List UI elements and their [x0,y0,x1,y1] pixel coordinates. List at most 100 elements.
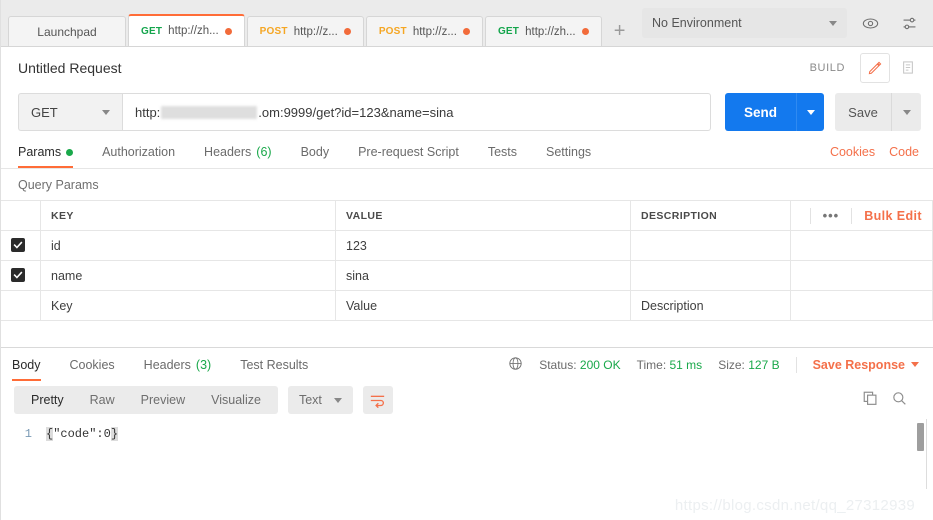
param-key[interactable]: name [40,260,336,291]
response-view-bar: Pretty Raw Preview Visualize Text [0,381,933,419]
row-checkbox[interactable] [11,238,25,252]
edit-request-button[interactable] [860,52,890,83]
chevron-down-icon [102,109,110,115]
view-mode-preview[interactable]: Preview [128,386,198,414]
column-header-description: DESCRIPTION [630,200,791,231]
new-param-value-input[interactable]: Value [335,290,631,321]
table-options-button[interactable]: ••• [823,208,840,223]
tab-authorization[interactable]: Authorization [102,136,175,168]
response-meta: Status: 200 OK Time: 51 ms Size: 127 B S… [508,356,919,374]
save-options-button[interactable] [891,93,921,131]
request-tab-2-method: POST [259,26,288,37]
column-header-actions: ••• Bulk Edit [790,200,933,231]
response-tab-headers[interactable]: Headers (3) [144,349,212,381]
cookies-link[interactable]: Cookies [830,145,875,159]
row-checkbox-cell [0,290,41,321]
word-wrap-icon [371,395,385,408]
response-body-viewer[interactable]: 1 {"code":0} [0,419,933,489]
request-header: Untitled Request BUILD [0,47,933,88]
search-response-button[interactable] [892,391,907,409]
tab-tests-label: Tests [487,145,517,159]
param-actions [790,230,933,261]
eye-icon [862,17,878,29]
param-description[interactable] [630,230,791,261]
tab-pre-request-script-label: Pre-request Script [358,145,459,159]
bulk-edit-button[interactable]: Bulk Edit [864,209,922,223]
word-wrap-button[interactable] [362,386,393,414]
request-tab-4-method: GET [497,26,520,37]
build-label: BUILD [809,61,845,74]
network-info-button[interactable] [508,356,523,374]
new-tab-button[interactable]: + [604,16,636,46]
response-body-text: {"code":0} [46,426,119,443]
table-row-placeholder: Key Value Description [0,290,933,321]
view-mode-pretty[interactable]: Pretty [18,386,77,414]
view-mode-visualize[interactable]: Visualize [198,386,274,414]
request-tab-1-url: http://zh... [168,25,219,37]
response-format-selector[interactable]: Text [287,386,353,414]
request-documentation-button[interactable] [893,53,923,83]
tab-body[interactable]: Body [301,136,330,168]
view-mode-raw[interactable]: Raw [77,386,128,414]
tab-pre-request-script[interactable]: Pre-request Script [358,136,459,168]
environment-controls: No Environment [642,8,925,38]
param-actions [790,290,933,321]
tab-strip: Launchpad GET http://zh... POST http://z… [0,14,670,46]
response-format-label: Text [298,393,322,407]
code-line: 1 {"code":0} [0,426,933,443]
copy-response-button[interactable] [863,391,878,409]
response-tab-test-results[interactable]: Test Results [240,349,308,381]
request-tab-1[interactable]: GET http://zh... [128,14,245,46]
response-view-mode-group: Pretty Raw Preview Visualize [14,386,278,414]
request-tab-4[interactable]: GET http://zh... [484,16,602,46]
response-tab-cookies[interactable]: Cookies [70,349,115,381]
save-button[interactable]: Save [835,93,891,131]
param-description[interactable] [630,260,791,291]
request-tab-3-url: http://z... [412,25,457,38]
save-response-button[interactable]: Save Response [813,358,919,372]
http-method-selector[interactable]: GET [18,93,122,131]
tab-settings[interactable]: Settings [546,136,591,168]
tab-tests[interactable]: Tests [488,136,517,168]
tab-headers[interactable]: Headers (6) [204,136,272,168]
chevron-down-icon [911,362,919,367]
param-value[interactable]: sina [335,260,631,291]
row-checkbox[interactable] [11,268,25,282]
environment-settings-button[interactable] [893,8,925,38]
param-key[interactable]: id [40,230,336,261]
http-method-label: GET [31,104,58,120]
new-param-key-input[interactable]: Key [40,290,336,321]
request-tab-2[interactable]: POST http://z... [246,16,364,46]
tab-launchpad[interactable]: Launchpad [8,16,126,46]
pencil-icon [868,61,882,74]
response-tab-body[interactable]: Body [12,349,41,381]
close-brace: } [110,427,119,441]
table-row: name sina [0,260,933,291]
chevron-down-icon [806,109,815,115]
tab-bar: Launchpad GET http://zh... POST http://z… [0,0,933,47]
url-input[interactable]: http: .om:9999/get?id=123&name=sina [122,93,711,131]
send-button[interactable]: Send [725,93,796,131]
save-response-label: Save Response [812,357,905,372]
globe-icon [509,356,522,370]
unsaved-dot-icon [343,28,351,35]
request-tab-3[interactable]: POST http://z... [365,16,483,46]
environment-selector[interactable]: No Environment [642,8,847,38]
select-all-cell [0,200,41,231]
tab-headers-label: Headers [204,145,252,159]
environment-quick-look-button[interactable] [854,8,886,38]
response-scrollbar-thumb[interactable] [917,423,924,451]
tab-params[interactable]: Params [18,136,74,168]
document-icon [903,61,913,74]
request-tab-2-url: http://z... [293,25,338,38]
param-value[interactable]: 123 [335,230,631,261]
new-param-description-input[interactable]: Description [630,290,791,321]
response-scrollbar-track[interactable] [917,419,927,489]
response-tab-body-label: Body [12,357,41,372]
response-body-content: "code":0 [53,427,111,441]
code-link[interactable]: Code [889,145,919,159]
send-button-group: Send [725,93,824,131]
url-prefix: http: [135,104,161,120]
send-options-button[interactable] [796,93,824,131]
check-icon [13,241,23,249]
